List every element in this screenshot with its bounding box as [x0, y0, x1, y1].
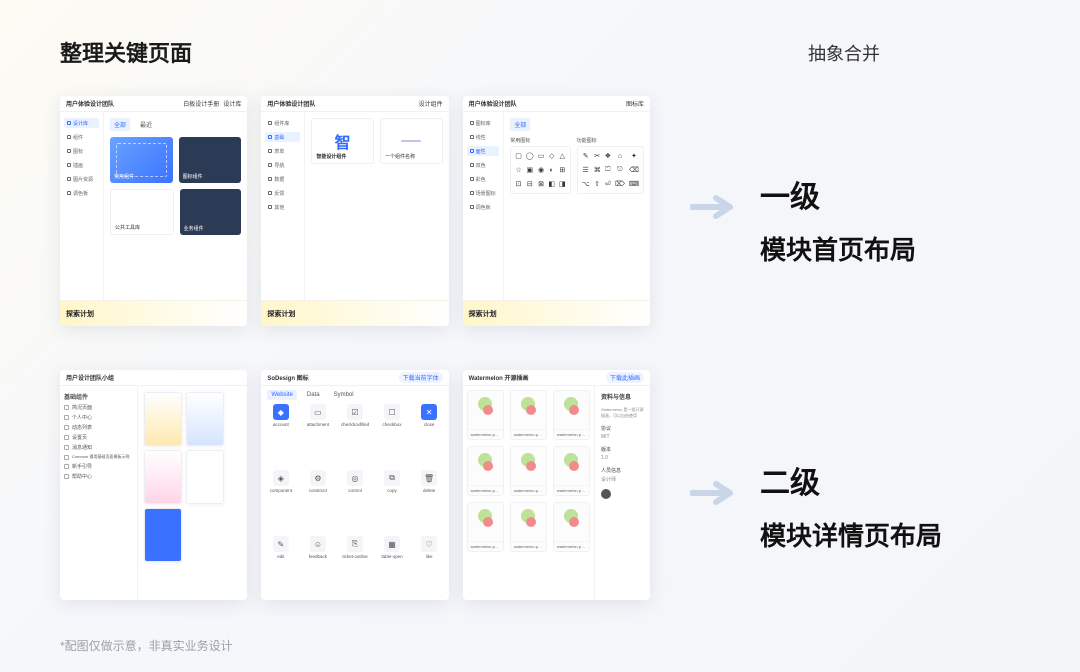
- row-level2-thumbs: 用户设计团队小组 基础组件 简况页面 个人中心 动态列表 设置页 消息通知 Co…: [60, 370, 650, 600]
- label-level2-title: 二级: [760, 458, 942, 502]
- breadcrumb: 用户体验设计团队: [469, 99, 517, 108]
- subtitle: 设计组件: [419, 99, 443, 108]
- label-level1-sub: 模块首页布局: [760, 230, 916, 267]
- nav-item: 表单: [265, 146, 300, 156]
- label-level1-title: 一级: [760, 172, 916, 216]
- icon-grid: ▢◯▭◇△ ☆▣◉◐⊞ ⊡⊟⊠◧◨: [510, 146, 570, 194]
- nav-item: 调色板: [467, 202, 500, 212]
- thumb-home-2: 用户体验设计团队 设计组件 组件库 基础 表单 导航 数据 反馈 其他 智 智能…: [261, 96, 448, 326]
- label-level2: 二级 模块详情页布局: [760, 458, 942, 553]
- detail-sidebar: 资料与信息 Watermelon 是一组开源插画，可以自由使用 协议MIT 版本…: [594, 386, 650, 600]
- panel-title: 基础组件: [64, 392, 133, 401]
- side-nav: 图标库 线性 面性 双色 彩色 场景图标 调色板: [463, 112, 505, 300]
- nav-item: 线性: [467, 132, 500, 142]
- download-chip: 下载此插画: [606, 372, 644, 383]
- card: 常用组件: [110, 137, 173, 183]
- preview-thumb: [144, 508, 182, 562]
- tab: 全部: [510, 118, 530, 131]
- tab-link: 设计库: [223, 99, 241, 108]
- preview-pane: [138, 386, 247, 600]
- icon-catalog: ◆account ▭attachment ☑checkboxfilled ☐ch…: [261, 400, 448, 600]
- breadcrumb: 用户设计团队小组: [66, 373, 114, 382]
- tab: Symbol: [330, 390, 358, 400]
- nav-item: 组件库: [265, 118, 300, 128]
- nav-item: 场景图标: [467, 188, 500, 198]
- avatar: [601, 489, 611, 499]
- nav-item: 调色板: [64, 188, 99, 198]
- sidebar-desc: Watermelon 是一组开源插画，可以自由使用: [601, 407, 644, 419]
- thumb-home-1: 用户体验设计团队 白板设计手册 设计库 设计库 组件 图标 插画 图片资源 调色…: [60, 96, 247, 326]
- nav-item: 插画: [64, 160, 99, 170]
- nav-item: 图标库: [467, 118, 500, 128]
- nav-item: 导航: [265, 160, 300, 170]
- nav-item: 面性: [467, 146, 500, 156]
- thumb-detail-3: Watermelon 开源插画 下载此插画 watermelon-pack-il…: [463, 370, 650, 600]
- download-chip: 下载当前字体: [399, 372, 443, 383]
- tab-link: 白板设计手册: [183, 99, 219, 108]
- nav-item: 其他: [265, 202, 300, 212]
- thumb-detail-1: 用户设计团队小组 基础组件 简况页面 个人中心 动态列表 设置页 消息通知 Co…: [60, 370, 247, 600]
- dash-icon: [401, 140, 421, 142]
- tab: Data: [303, 390, 324, 400]
- row-level1-thumbs: 用户体验设计团队 白板设计手册 设计库 设计库 组件 图标 插画 图片资源 调色…: [60, 96, 650, 326]
- tab: Website: [267, 390, 297, 400]
- nav-item: 组件: [64, 132, 99, 142]
- preview-thumb: [144, 392, 182, 446]
- card-glyph: 智: [335, 129, 351, 153]
- tree-panel: 基础组件 简况页面 个人中心 动态列表 设置页 消息通知 Common 通用基础…: [60, 386, 138, 600]
- breadcrumb: Watermelon 开源插画: [469, 373, 529, 382]
- card: 一个组件名称: [380, 118, 443, 164]
- nav-item: 数据: [265, 174, 300, 184]
- preview-thumb: [186, 392, 224, 446]
- heading-organize: 整理关键页面: [60, 36, 192, 68]
- filter-tabs: 全部 最近: [110, 118, 241, 131]
- thumb-home-3: 用户体验设计团队 图标库 图标库 线性 面性 双色 彩色 场景图标 调色板 全部…: [463, 96, 650, 326]
- nav-item: 基础: [265, 132, 300, 142]
- card: 图标组件: [179, 137, 242, 183]
- group-label: 功能图标: [577, 137, 644, 144]
- subtitle: 图标库: [626, 99, 644, 108]
- nav-item: 图标: [64, 146, 99, 156]
- nav-item: 设计库: [64, 118, 99, 128]
- icon-grid: ✎✂❖⌂✦ ☰⌘⏍⎋⌫ ⌥⇧⏎⌦⌨: [577, 146, 644, 194]
- side-nav: 组件库 基础 表单 导航 数据 反馈 其他: [261, 112, 305, 300]
- nav-item: 双色: [467, 160, 500, 170]
- sidebar-title: 资料与信息: [601, 392, 644, 401]
- label-level1: 一级 模块首页布局: [760, 172, 916, 267]
- illustration-grid: watermelon-pack-illustration-… watermelo…: [463, 386, 594, 600]
- breadcrumb: SoDesign 图标: [267, 373, 308, 382]
- breadcrumb: 用户体验设计团队: [66, 99, 114, 108]
- preview-thumb: [144, 450, 182, 504]
- arrow-icon: [690, 192, 738, 222]
- promo-footer: 探索计划: [463, 300, 650, 326]
- tab: 全部: [110, 118, 130, 131]
- heading-abstract: 抽象合并: [808, 40, 880, 66]
- label-level2-sub: 模块详情页布局: [760, 516, 942, 553]
- nav-item: 图片资源: [64, 174, 99, 184]
- side-nav: 设计库 组件 图标 插画 图片资源 调色板: [60, 112, 104, 300]
- footnote: *配图仅做示意，非真实业务设计: [60, 637, 233, 654]
- preview-thumb: [186, 450, 224, 504]
- nav-item: 反馈: [265, 188, 300, 198]
- thumb-detail-2: SoDesign 图标 下载当前字体 Website Data Symbol ◆…: [261, 370, 448, 600]
- promo-footer: 探索计划: [261, 300, 448, 326]
- breadcrumb: 用户体验设计团队: [267, 99, 315, 108]
- card: 公共工具库: [110, 189, 174, 235]
- tab: 最近: [136, 118, 156, 131]
- group-label: 常用图标: [510, 137, 570, 144]
- card: 业务组件: [180, 189, 242, 235]
- card: 智 智能设计组件: [311, 118, 374, 164]
- arrow-icon: [690, 478, 738, 508]
- nav-item: 彩色: [467, 174, 500, 184]
- promo-footer: 探索计划: [60, 300, 247, 326]
